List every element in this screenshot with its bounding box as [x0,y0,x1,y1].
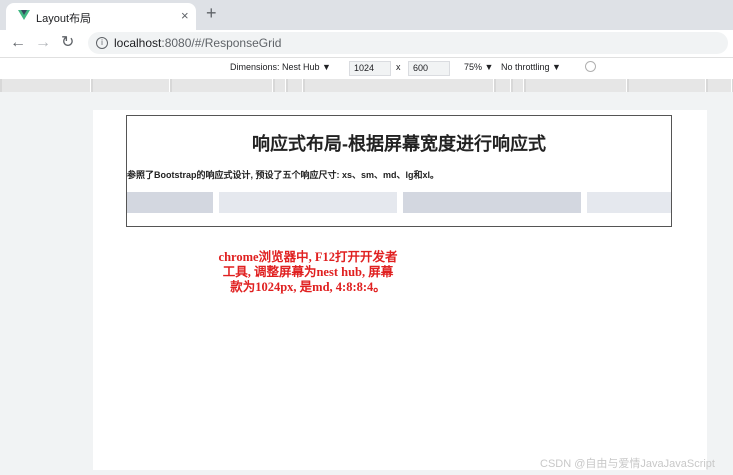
media-query-segment[interactable] [629,79,706,92]
device-toolbar: Dimensions: Nest Hub ▼ 1024 x 600 75% ▼ … [0,57,733,79]
media-query-segment[interactable] [305,79,494,92]
media-query-segment[interactable] [93,79,170,92]
zoom-dropdown[interactable]: 75% ▼ [464,62,493,72]
device-viewport: 响应式布局-根据屏幕宽度进行响应式 参照了Bootstrap的响应式设计, 预设… [0,92,733,475]
annotation-line: chrome浏览器中, F12打开开发者 [218,250,398,264]
tab-strip: Layout布局 × + [0,0,733,30]
grid-col-span-8 [403,192,581,213]
new-tab-button[interactable]: + [206,3,217,23]
dimension-separator: x [396,62,401,72]
viewport-width-input[interactable]: 1024 [349,61,391,76]
back-button[interactable]: ← [10,33,26,53]
annotation-line: 款为1024px, 是md, 4:8:8:4。 [230,280,386,294]
url-host: localhost [114,36,162,50]
media-query-segment[interactable] [2,79,91,92]
forward-button[interactable]: → [35,33,51,53]
viewport-height-input[interactable]: 600 [408,61,450,76]
browser-tab[interactable]: Layout布局 × [6,3,196,30]
media-query-segment[interactable] [288,79,303,92]
grid-col-span-4 [127,192,213,213]
media-query-bar [0,79,733,92]
media-query-segment[interactable] [526,79,627,92]
media-query-segment[interactable] [496,79,511,92]
url-path: :8080/#/ResponseGrid [161,36,282,50]
grid-col-span-8 [219,192,397,213]
reload-button[interactable]: ↻ [61,33,74,53]
media-query-segment[interactable] [708,79,732,92]
annotation-note: chrome浏览器中, F12打开开发者 工具, 调整屏幕为nest hub, … [208,250,408,295]
vue-logo-inner [21,10,27,15]
rotate-icon[interactable] [585,61,596,72]
throttling-dropdown[interactable]: No throttling ▼ [501,62,561,72]
grid-col-span-4 [587,192,671,213]
annotation-line: 工具, 调整屏幕为nest hub, 屏幕 [222,265,394,279]
media-query-segment[interactable] [513,79,524,92]
close-tab-icon[interactable]: × [181,8,189,23]
tab-title: Layout布局 [36,13,92,25]
dimensions-dropdown[interactable]: Dimensions: Nest Hub ▼ [230,62,331,72]
url-text: localhost:8080/#/ResponseGrid [114,36,281,50]
intro-text: 参照了Bootstrap的响应式设计, 预设了五个响应尺寸: xs、sm、md、… [127,170,440,180]
media-query-segment[interactable] [275,79,286,92]
address-bar[interactable]: i localhost:8080/#/ResponseGrid [88,32,728,54]
media-query-segment[interactable] [172,79,273,92]
navigation-bar: ← → ↻ i localhost:8080/#/ResponseGrid [0,30,733,57]
site-info-icon[interactable]: i [96,37,108,49]
layout-demo-container: 响应式布局-根据屏幕宽度进行响应式 参照了Bootstrap的响应式设计, 预设… [126,115,672,227]
csdn-watermark: CSDN @自由与爱情JavaJavaScript [540,458,715,470]
emulated-page: 响应式布局-根据屏幕宽度进行响应式 参照了Bootstrap的响应式设计, 预设… [93,110,707,470]
page-heading: 响应式布局-根据屏幕宽度进行响应式 [252,134,546,154]
